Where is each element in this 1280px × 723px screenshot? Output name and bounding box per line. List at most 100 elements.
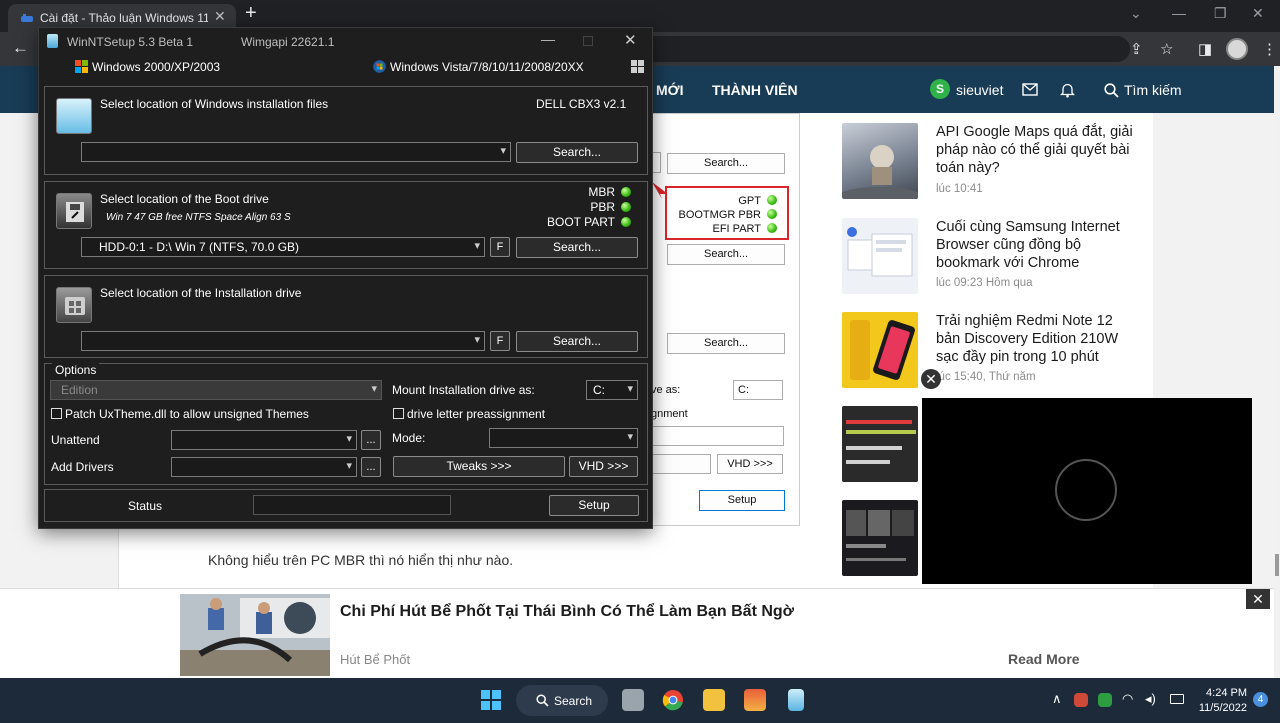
- install-files-dropdown[interactable]: ▾: [81, 142, 511, 162]
- back-arrow-icon[interactable]: ←: [12, 38, 29, 58]
- news-item[interactable]: API Google Maps quá đắt, giải pháp nào c…: [842, 123, 1142, 203]
- nav-new[interactable]: MỚI: [656, 82, 684, 98]
- ad-read-more-link[interactable]: Read More: [1008, 651, 1080, 667]
- boot-drive-dropdown[interactable]: HDD-0:1 - D:\ Win 7 (NTFS, 70.0 GB) ▾: [81, 237, 485, 257]
- ad-close-icon[interactable]: ✕: [1246, 589, 1270, 609]
- app-icon[interactable]: [744, 689, 766, 711]
- setup-button[interactable]: Setup: [549, 495, 639, 516]
- checkbox-box[interactable]: [393, 408, 404, 419]
- install-format-button[interactable]: F: [490, 331, 510, 351]
- vhd-button[interactable]: VHD >>>: [569, 456, 638, 477]
- nav-search[interactable]: Tìm kiếm: [1124, 82, 1182, 98]
- volume-icon[interactable]: ◂): [1145, 691, 1156, 707]
- clock-date: 11/5/2022: [1198, 702, 1247, 714]
- site-favicon-icon: [21, 14, 33, 22]
- boot-format-button[interactable]: F: [490, 237, 510, 257]
- minimize-icon[interactable]: —: [1172, 5, 1186, 21]
- share-icon[interactable]: ⇪: [1130, 40, 1143, 58]
- bell-icon[interactable]: [1060, 82, 1075, 98]
- search-icon[interactable]: [1104, 83, 1119, 98]
- address-bar[interactable]: [640, 36, 1130, 62]
- install-drive-dropdown[interactable]: ▾: [81, 331, 485, 351]
- patch-uxtheme-checkbox[interactable]: Patch UxTheme.dll to allow unsigned Them…: [51, 407, 309, 421]
- profile-avatar[interactable]: [1226, 38, 1248, 60]
- callout-gpt-label: GPT: [738, 195, 761, 207]
- mount-drive-value: C:: [593, 383, 605, 397]
- unattend-dropdown[interactable]: ▾: [171, 430, 357, 450]
- video-close-icon[interactable]: ✕: [921, 369, 941, 389]
- task-view-icon[interactable]: [622, 689, 644, 711]
- window-titlebar[interactable]: WinNTSetup 5.3 Beta 1 Wimgapi 22621.1 — …: [39, 28, 652, 56]
- scroll-thumb[interactable]: [1275, 554, 1279, 576]
- new-tab-button[interactable]: +: [245, 2, 257, 25]
- green-led-icon: [767, 209, 777, 219]
- drive-letter-checkbox[interactable]: drive letter preassignment: [393, 407, 545, 421]
- bg-mount-label: ve as:: [651, 384, 681, 396]
- window-title: WinNTSetup 5.3 Beta 1: [67, 35, 194, 49]
- chrome-icon[interactable]: [662, 689, 684, 711]
- news-thumbnail[interactable]: [842, 406, 918, 482]
- inbox-icon[interactable]: [1022, 83, 1038, 96]
- video-player[interactable]: [922, 398, 1252, 584]
- os-option-modern[interactable]: Windows Vista/7/8/10/11/2008/20XX: [373, 60, 584, 74]
- nav-members[interactable]: THÀNH VIÊN: [712, 82, 798, 98]
- news-thumbnail[interactable]: [842, 500, 918, 576]
- user-avatar: S: [930, 79, 950, 99]
- os-option-legacy[interactable]: Windows 2000/XP/2003: [75, 60, 220, 74]
- restore-icon[interactable]: ❐: [1214, 5, 1227, 22]
- taskbar-search[interactable]: Search: [516, 685, 608, 716]
- news-title[interactable]: Cuối cùng Samsung Internet Browser cũng …: [936, 218, 1136, 272]
- news-item[interactable]: Trải nghiệm Redmi Note 12 bản Discovery …: [842, 312, 1142, 392]
- close-window-icon[interactable]: ✕: [1252, 5, 1264, 22]
- menu-kebab-icon[interactable]: ⋮: [1262, 40, 1277, 58]
- add-drivers-dropdown[interactable]: ▾: [171, 457, 357, 477]
- tab-close-icon[interactable]: ✕: [214, 8, 226, 25]
- page-scrollbar[interactable]: [1274, 66, 1280, 678]
- tab-search-chevron-icon[interactable]: ⌄: [1130, 5, 1142, 22]
- search-icon: [536, 694, 549, 707]
- install-files-search-button[interactable]: Search...: [516, 142, 638, 163]
- start-icon[interactable]: [480, 689, 502, 711]
- unattend-browse-button[interactable]: ...: [361, 430, 381, 450]
- news-thumbnail[interactable]: [842, 218, 918, 294]
- add-drivers-label: Add Drivers: [51, 460, 114, 474]
- side-panel-icon[interactable]: ◨: [1198, 40, 1212, 58]
- tray-app-icon[interactable]: [1074, 693, 1088, 707]
- edition-dropdown: Edition ▾: [50, 380, 382, 400]
- news-item[interactable]: Cuối cùng Samsung Internet Browser cũng …: [842, 218, 1142, 298]
- add-drivers-browse-button[interactable]: ...: [361, 457, 381, 477]
- news-thumbnail[interactable]: [842, 123, 918, 199]
- tray-overflow-icon[interactable]: ∧: [1052, 691, 1062, 707]
- chevron-down-icon: ▾: [346, 460, 352, 472]
- close-icon[interactable]: ✕: [624, 31, 637, 49]
- mode-dropdown[interactable]: ▾: [489, 428, 638, 448]
- tweaks-button[interactable]: Tweaks >>>: [393, 456, 565, 477]
- wifi-icon[interactable]: ◠: [1122, 691, 1133, 707]
- file-explorer-icon[interactable]: [703, 689, 725, 711]
- bookmark-star-icon[interactable]: ☆: [1160, 40, 1173, 58]
- boot-drive-search-button[interactable]: Search...: [516, 237, 638, 258]
- ad-image[interactable]: [180, 594, 330, 676]
- gpu-cards-image: [846, 510, 914, 561]
- clock[interactable]: 4:24 PM 11/5/2022: [1195, 686, 1247, 716]
- winntsetup-task-icon[interactable]: [788, 689, 804, 711]
- options-group: Options Edition ▾ Mount Installation driv…: [44, 363, 648, 485]
- options-title: Options: [52, 363, 100, 377]
- news-thumbnail[interactable]: [842, 312, 918, 388]
- ad-title[interactable]: Chi Phí Hút Bể Phốt Tại Thái Bình Có Thể…: [340, 603, 794, 621]
- pbr-status: PBR: [590, 200, 631, 214]
- battery-icon[interactable]: [1170, 694, 1184, 704]
- mount-drive-select[interactable]: C: ▾: [586, 380, 638, 400]
- minimize-icon[interactable]: —: [541, 31, 555, 47]
- install-drive-search-button[interactable]: Search...: [516, 331, 638, 352]
- windows-grid-icon[interactable]: [631, 60, 644, 73]
- bg-mode-select: [651, 426, 784, 446]
- maximize-icon[interactable]: [583, 36, 593, 46]
- security-shield-icon[interactable]: [1098, 693, 1112, 707]
- news-title[interactable]: API Google Maps quá đắt, giải pháp nào c…: [936, 123, 1136, 177]
- patch-uxtheme-label: Patch UxTheme.dll to allow unsigned Them…: [65, 407, 309, 421]
- news-title[interactable]: Trải nghiệm Redmi Note 12 bản Discovery …: [936, 312, 1136, 366]
- post-text: Không hiểu trên PC MBR thì nó hiển thị n…: [208, 552, 514, 568]
- checkbox-box[interactable]: [51, 408, 62, 419]
- notification-badge[interactable]: 4: [1253, 692, 1268, 707]
